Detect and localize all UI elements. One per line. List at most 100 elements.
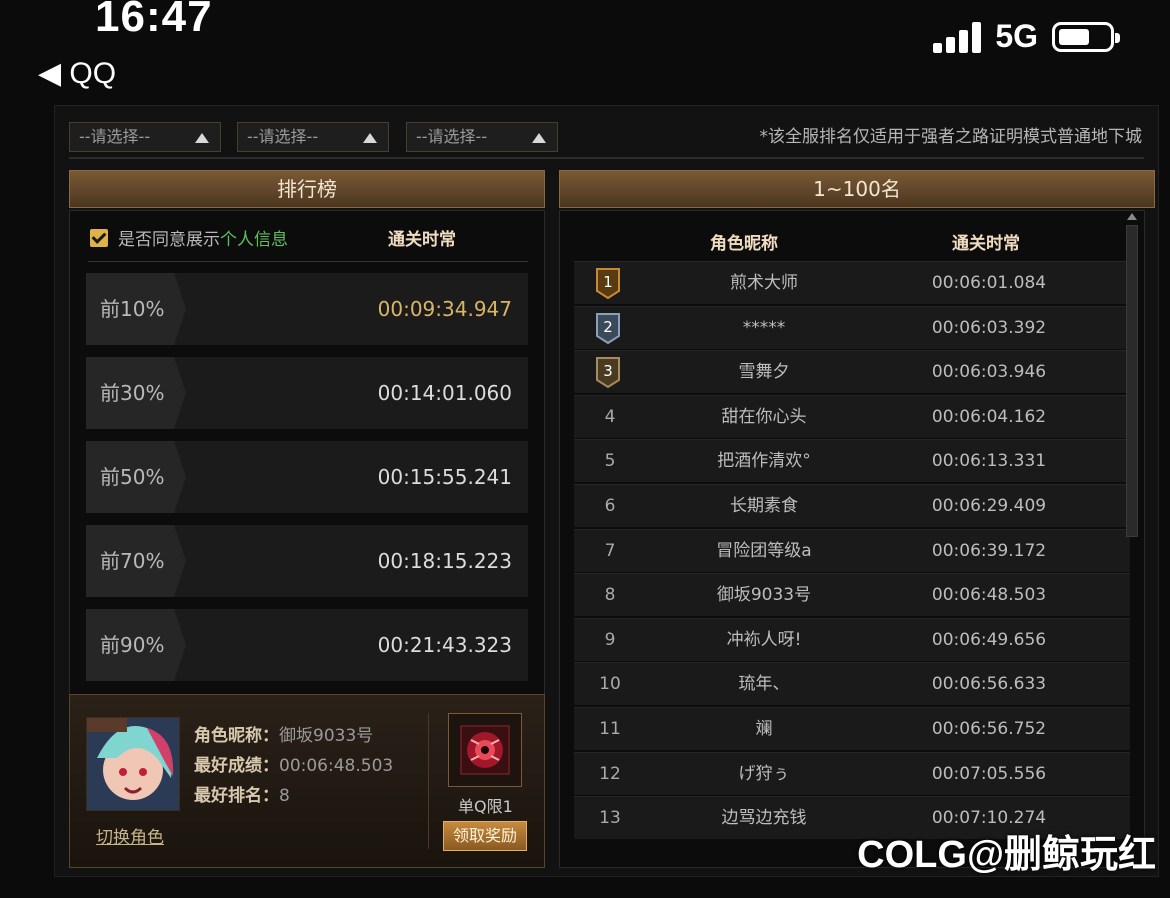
name-column-header: 角色昵称: [710, 234, 778, 254]
rank-number: 6: [604, 496, 616, 516]
silver-medal-icon: 2: [596, 312, 620, 344]
player-name: 御坂9033号: [716, 585, 812, 606]
ranking-row: 9 冲袮人呀! 00:06:49.656: [574, 617, 1130, 661]
filter-dropdown-1-value: --请选择--: [79, 127, 151, 146]
percentile-row: 前10% 00:09:34.947: [86, 273, 528, 345]
battery-fill: [1059, 28, 1089, 45]
player-name: 斓: [755, 719, 773, 739]
time-column-header: 通关时常: [952, 234, 1020, 254]
status-indicators: 5G: [933, 18, 1120, 55]
leaderboard-title: 排行榜: [69, 170, 545, 208]
clear-time: 00:06:48.503: [931, 585, 1047, 606]
filter-dropdown-3-value: --请选择--: [416, 127, 488, 146]
percentile-row: 前50% 00:15:55.241: [86, 441, 528, 513]
percentile-time: 00:09:34.947: [377, 297, 512, 321]
character-name: 御坂9033号: [279, 726, 374, 746]
ranking-row: 1 煎术大师 00:06:01.084: [574, 261, 1130, 304]
best-rank-line: 最好排名：8: [194, 786, 290, 806]
clear-time: 00:06:03.392: [931, 317, 1047, 338]
rank-number: 7: [604, 540, 616, 561]
clear-time: 00:06:56.633: [931, 674, 1047, 695]
percentile-time: 00:18:15.223: [377, 549, 512, 573]
best-score-line: 最好成绩：00:06:48.503: [194, 756, 394, 776]
percentile-label: 前30%: [100, 381, 165, 405]
rank-number: 12: [599, 763, 621, 784]
bronze-medal-icon: 3: [596, 357, 620, 389]
divider: [69, 157, 1144, 159]
leaderboard-window: --请选择-- --请选择-- --请选择-- *该全服排名仅适用于强者之路证明…: [54, 105, 1159, 877]
caret-up-icon: [532, 133, 546, 143]
filter-dropdown-3[interactable]: --请选择--: [406, 122, 558, 152]
clear-time: 00:06:04.162: [931, 406, 1047, 427]
checkbox-checked-icon: [90, 228, 108, 247]
character-name-line: 角色昵称：御坂9033号: [194, 726, 374, 746]
clear-time: 00:06:13.331: [931, 451, 1047, 472]
clear-time: 00:07:05.556: [931, 763, 1047, 784]
caret-up-icon: [195, 133, 209, 143]
percentile-time: 00:21:43.323: [377, 633, 512, 657]
percentile-panel: 是否同意展示个人信息 通关时常 前10% 00:09:34.947 前30% 0…: [69, 210, 545, 696]
scroll-up-icon[interactable]: [1126, 211, 1138, 221]
caret-up-icon: [363, 133, 377, 143]
player-name: 琉年、: [738, 674, 790, 695]
rank-number: 4: [604, 406, 616, 427]
ranking-row: 12 げ狩ぅ 00:07:05.556: [574, 751, 1130, 795]
rank-number: 9: [604, 629, 616, 650]
claim-reward-button[interactable]: 领取奖励: [443, 821, 527, 851]
percentile-label: 前90%: [100, 633, 165, 657]
ranking-row: 6 长期素食 00:06:29.409: [574, 484, 1130, 527]
rank-number: 5: [604, 451, 616, 472]
player-name: 煎术大师: [730, 273, 798, 293]
ranking-notice: *该全服排名仅适用于强者之路证明模式普通地下城: [759, 127, 1143, 147]
switch-character-link[interactable]: 切换角色: [96, 823, 164, 848]
player-name: 冒险团等级a: [716, 540, 812, 561]
filter-dropdown-1[interactable]: --请选择--: [69, 122, 221, 152]
percentile-time: 00:15:55.241: [377, 465, 512, 489]
percentile-time: 00:14:01.060: [377, 381, 512, 405]
clear-time: 00:06:01.084: [931, 273, 1047, 293]
signal-icon: [933, 21, 982, 53]
ranking-table: 角色昵称 通关时常 1 煎术大师 00:06:01.084 2 ***** 00:06:0…: [559, 210, 1145, 868]
ranking-row: 3 雪舞夕 00:06:03.946: [574, 350, 1130, 394]
player-name: 雪舞夕: [738, 362, 790, 383]
percentile-row: 前90% 00:21:43.323: [86, 609, 528, 681]
best-rank: 8: [279, 786, 290, 806]
clear-time: 00:06:49.656: [931, 629, 1047, 650]
agree-show-info-checkbox[interactable]: 是否同意展示个人信息: [90, 225, 288, 250]
player-name: げ狩ぅ: [738, 763, 790, 784]
back-to-qq-link[interactable]: ◀ QQ: [38, 56, 116, 91]
rank-number: 11: [599, 719, 621, 739]
percentile-label: 前50%: [100, 465, 165, 489]
rank-number: 8: [604, 585, 616, 606]
clear-time: 00:06:39.172: [931, 540, 1047, 561]
clear-time: 00:06:03.946: [931, 362, 1047, 383]
clear-time: 00:06:56.752: [931, 719, 1047, 739]
personal-info-link[interactable]: 个人信息: [220, 230, 288, 250]
ranking-row: 5 把酒作清欢° 00:06:13.331: [574, 439, 1130, 483]
percentile-label: 前10%: [100, 297, 165, 321]
ranking-row: 7 冒险团等级a 00:06:39.172: [574, 528, 1130, 572]
reward-item-icon[interactable]: [448, 713, 522, 787]
filter-dropdown-2-value: --请选择--: [247, 127, 319, 146]
rank-number: 2: [603, 318, 613, 336]
best-score: 00:06:48.503: [279, 756, 394, 776]
percentile-row: 前70% 00:18:15.223: [86, 525, 528, 597]
network-label: 5G: [995, 18, 1038, 54]
character-avatar: [86, 717, 180, 811]
ranking-row: 4 甜在你心头 00:06:04.162: [574, 394, 1130, 438]
player-name: 长期素食: [730, 496, 798, 516]
vertical-scrollbar[interactable]: [1126, 225, 1138, 537]
ranking-row: 11 斓 00:06:56.752: [574, 707, 1130, 750]
rank-number: 3: [603, 362, 613, 380]
player-name: 把酒作清欢°: [717, 451, 811, 472]
battery-icon: [1052, 21, 1120, 52]
filter-dropdown-2[interactable]: --请选择--: [237, 122, 389, 152]
character-info-panel: 角色昵称：御坂9033号 最好成绩：00:06:48.503 最好排名：8 切换…: [69, 694, 545, 868]
ranking-row: 2 ***** 00:06:03.392: [574, 305, 1130, 349]
rank-number: 1: [603, 273, 613, 291]
player-name: *****: [742, 317, 786, 338]
rank-number: 13: [599, 808, 621, 829]
time-column-header: 通关时常: [388, 230, 456, 250]
ranking-row: 8 御坂9033号 00:06:48.503: [574, 573, 1130, 617]
gold-medal-icon: 1: [596, 268, 620, 299]
